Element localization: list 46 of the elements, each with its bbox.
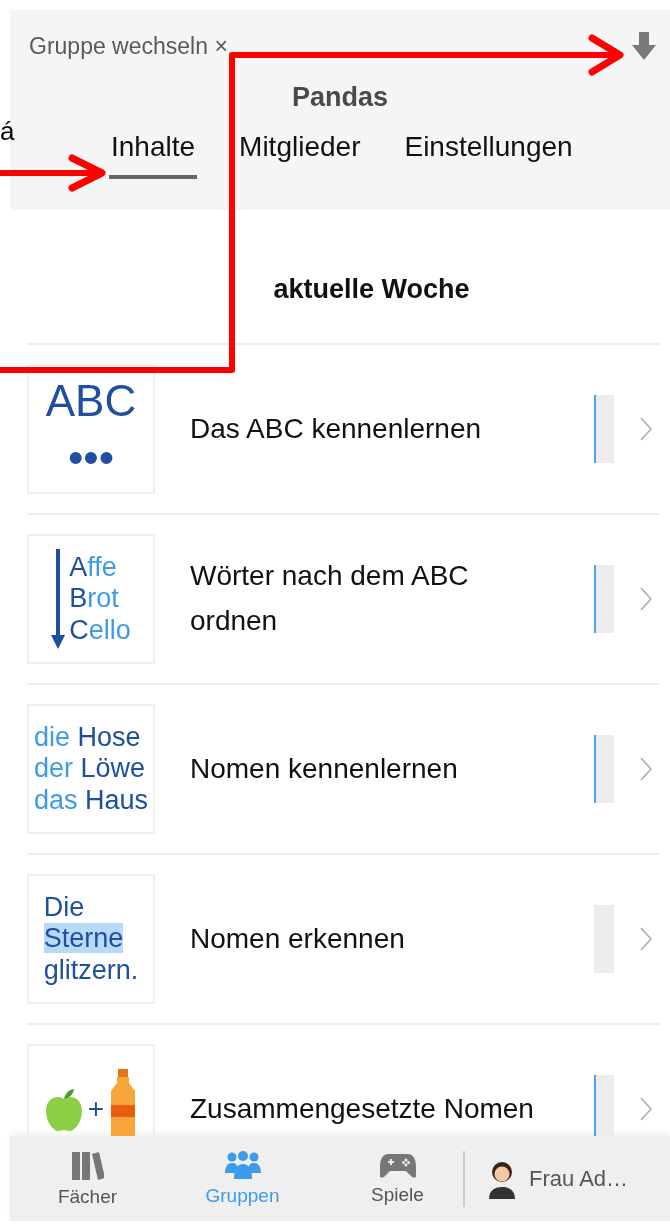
thumbnail-text: C	[69, 614, 89, 645]
apple-icon	[43, 1087, 84, 1131]
switch-group-link[interactable]: Gruppe wechseln ×	[29, 32, 228, 60]
unit-row[interactable]: die Hose der Löwe das Haus Nomen kennenlernen	[27, 685, 660, 855]
people-icon	[224, 1150, 261, 1179]
thumbnail-text: die	[33, 722, 71, 753]
chevron-right-icon	[640, 927, 652, 951]
unit-title: Das ABC kennenlernen	[189, 411, 483, 446]
tab[interactable]: Inhalte	[109, 131, 198, 179]
thumbnail-text: B	[69, 583, 88, 614]
thumbnail-text: ABC	[45, 375, 137, 425]
section-heading: aktuelle Woche	[27, 210, 660, 345]
tab[interactable]: Einstellungen	[402, 131, 575, 179]
books-icon	[71, 1149, 104, 1180]
unit-title: Zusammengesetzte Nomen	[189, 1091, 535, 1126]
thumbnail-text: ffe	[87, 552, 117, 583]
thumbnail-text: A	[69, 552, 88, 583]
download-icon[interactable]	[632, 32, 656, 60]
chevron-right-icon	[640, 587, 652, 611]
unit-row[interactable]: Die Sterne glitzern. Nomen erkennen	[27, 855, 660, 1025]
down-arrow-icon	[51, 549, 66, 649]
unit-title: Nomen kennenlernen	[189, 751, 459, 786]
thumbnail-text: Sterne	[43, 923, 124, 954]
thumbnail-text: Löwe	[80, 753, 146, 784]
chevron-right-icon	[640, 1097, 652, 1121]
plus-sign: +	[87, 1093, 105, 1125]
thumbnail-text: Die	[43, 892, 85, 923]
thumbnail-text: glitzern.	[43, 954, 139, 985]
thumbnail-text: das	[33, 784, 79, 815]
annotation-text: á	[0, 118, 15, 144]
group-title: Pandas	[290, 82, 389, 113]
thumbnail-text: ello	[88, 614, 131, 645]
unit-title: Wörter nach dem ABC ordnen	[189, 559, 470, 638]
unit-row[interactable]: Affe Brot Cello Wörter nach dem ABC ordnen	[27, 515, 660, 685]
thumbnail-text: Hose	[77, 722, 141, 753]
chevron-right-icon	[640, 417, 652, 441]
thumbnail-text: der	[33, 753, 74, 784]
gamepad-icon	[379, 1151, 416, 1178]
thumbnail-text: •••	[67, 433, 115, 482]
thumbnail-text: Haus	[85, 784, 149, 815]
tab[interactable]: Mitglieder	[237, 131, 363, 179]
unit-row[interactable]: ABC ••• Das ABC kennenlernen	[27, 345, 660, 515]
chevron-right-icon	[640, 757, 652, 781]
nav-item[interactable]: Fächer	[10, 1148, 165, 1209]
unit-title: Nomen erkennen	[189, 921, 406, 956]
thumbnail-text: rot	[87, 583, 119, 614]
